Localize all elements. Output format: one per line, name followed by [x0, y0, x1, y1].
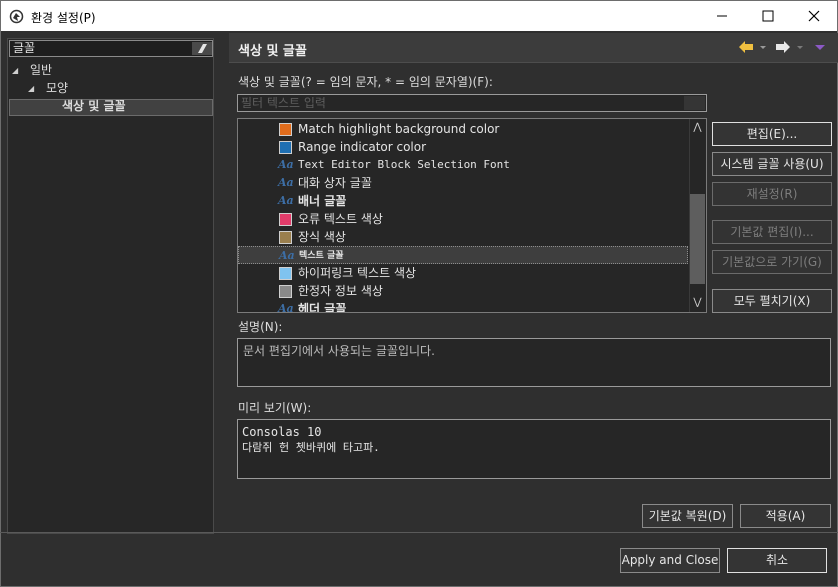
description-box: 문서 편집기에서 사용되는 글꼴입니다. — [237, 338, 831, 387]
list-item-label: 하이퍼링크 텍스트 색상 — [298, 266, 417, 280]
maximize-button[interactable] — [745, 1, 791, 31]
color-swatch-icon — [279, 141, 292, 154]
font-item[interactable]: Aa Text Editor Block Selection Font — [238, 156, 688, 174]
clear-filter-icon[interactable] — [684, 96, 705, 110]
back-menu-button[interactable] — [759, 40, 767, 56]
font-item[interactable]: Aa 대화 상자 글꼴 — [238, 174, 688, 192]
color-item[interactable]: 장식 색상 — [238, 228, 688, 246]
expand-arrow-icon[interactable]: ◢ — [12, 62, 22, 79]
color-swatch-icon — [279, 285, 292, 298]
reset-button[interactable]: 재설정(R) — [712, 182, 832, 206]
clear-filter-button[interactable] — [192, 42, 212, 55]
back-arrow-icon — [739, 41, 753, 53]
minimize-icon — [717, 15, 727, 17]
window-title: 환경 설정(P) — [31, 11, 96, 25]
preview-label: 미리 보기(W): — [238, 401, 312, 415]
tree-item-colors-fonts[interactable]: 색상 및 글꼴 — [62, 98, 126, 115]
list-item-label: Text Editor Block Selection Font — [298, 158, 510, 171]
edit-default-button[interactable]: 기본값 편집(I)... — [712, 220, 832, 244]
tree-item-general[interactable]: 일반 — [30, 62, 52, 79]
color-swatch-icon — [279, 123, 292, 136]
close-icon — [808, 10, 820, 22]
preview-box: Consolas 10 다람쥐 헌 쳇바퀴에 타고파. — [237, 419, 831, 479]
font-icon: Aa — [278, 176, 294, 189]
list-item-label: 배너 글꼴 — [298, 194, 347, 208]
scrollbar-thumb[interactable] — [690, 194, 705, 284]
panel-splitter[interactable] — [214, 38, 229, 534]
filter-placeholder: 필터 텍스트 입력 — [241, 96, 326, 110]
eclipse-app-icon — [9, 9, 24, 24]
color-swatch-icon — [279, 213, 292, 226]
view-menu-button[interactable] — [814, 40, 826, 56]
preview-sample-text: 다람쥐 헌 쳇바퀴에 타고파. — [242, 441, 380, 454]
font-icon: Aa — [278, 194, 294, 207]
window-titlebar: 환경 설정(P) — [0, 0, 838, 31]
chevron-down-icon — [797, 46, 803, 49]
list-item-label: Range indicator color — [298, 140, 427, 154]
scroll-down-icon[interactable]: ⋁ — [689, 295, 706, 311]
tree-filter-value: 글꼴 — [13, 41, 36, 55]
font-item[interactable]: Aa 텍스트 글꼴 — [238, 246, 688, 264]
expand-all-button[interactable]: 모두 펼치기(X) — [712, 289, 832, 313]
font-item[interactable]: Aa 헤더 글꼴 — [238, 300, 688, 313]
color-swatch-icon — [279, 231, 292, 244]
view-menu-icon — [815, 45, 825, 50]
colors-fonts-filter-label: 색상 및 글꼴(? = 임의 문자, * = 임의 문자열)(F): — [238, 75, 493, 89]
apply-button[interactable]: 적용(A) — [740, 504, 831, 528]
font-icon: Aa — [279, 249, 295, 262]
close-button[interactable] — [791, 1, 837, 31]
goto-default-button[interactable]: 기본값으로 가기(G) — [712, 250, 832, 274]
use-system-font-button[interactable]: 시스템 글꼴 사용(U) — [712, 152, 832, 176]
colors-fonts-filter-input[interactable]: 필터 텍스트 입력 — [237, 94, 707, 112]
color-item[interactable]: Match highlight background color — [238, 120, 688, 138]
tree-item-appearance[interactable]: 모양 — [46, 80, 68, 97]
font-icon: Aa — [278, 302, 294, 313]
cancel-button[interactable]: 취소 — [727, 548, 827, 573]
colors-fonts-tree[interactable]: Match highlight background color Range in… — [237, 118, 707, 313]
description-label: 설명(N): — [238, 320, 283, 334]
font-item[interactable]: Aa 배너 글꼴 — [238, 192, 688, 210]
description-text: 문서 편집기에서 사용되는 글꼴입니다. — [243, 344, 435, 358]
scroll-up-icon[interactable]: ⋀ — [689, 120, 706, 136]
color-item[interactable]: Range indicator color — [238, 138, 688, 156]
chevron-down-icon — [760, 46, 766, 49]
footer-separator — [0, 532, 838, 533]
list-item-label: 대화 상자 글꼴 — [298, 176, 372, 190]
minimize-button[interactable] — [699, 1, 745, 31]
forward-menu-button[interactable] — [796, 40, 804, 56]
list-item-label: 한정자 정보 색상 — [298, 284, 383, 298]
tree-filter-input[interactable]: 글꼴 — [9, 40, 213, 57]
forward-button[interactable] — [775, 40, 791, 56]
edit-button[interactable]: 편집(E)... — [712, 122, 832, 146]
page-title: 색상 및 글꼴 — [238, 44, 307, 59]
color-item[interactable]: 한정자 정보 색상 — [238, 282, 688, 300]
list-item-label: 헤더 글꼴 — [298, 302, 347, 313]
list-item-label: 오류 텍스트 색상 — [298, 212, 383, 226]
apply-and-close-button[interactable]: Apply and Close — [620, 548, 720, 573]
list-item-label: 장식 색상 — [298, 230, 346, 244]
forward-arrow-icon — [776, 41, 790, 53]
restore-defaults-button[interactable]: 기본값 복원(D) — [642, 504, 733, 528]
color-item[interactable]: 하이퍼링크 텍스트 색상 — [238, 264, 688, 282]
font-icon: Aa — [278, 158, 294, 171]
list-item-label: Match highlight background color — [298, 122, 500, 136]
color-item[interactable]: 오류 텍스트 색상 — [238, 210, 688, 228]
eraser-icon — [198, 44, 207, 53]
preview-font-name: Consolas 10 — [242, 425, 322, 439]
back-button[interactable] — [738, 40, 754, 56]
color-swatch-icon — [279, 267, 292, 280]
maximize-icon — [762, 10, 774, 22]
expand-arrow-icon[interactable]: ◢ — [28, 80, 38, 97]
list-item-label: 텍스트 글꼴 — [299, 251, 344, 261]
